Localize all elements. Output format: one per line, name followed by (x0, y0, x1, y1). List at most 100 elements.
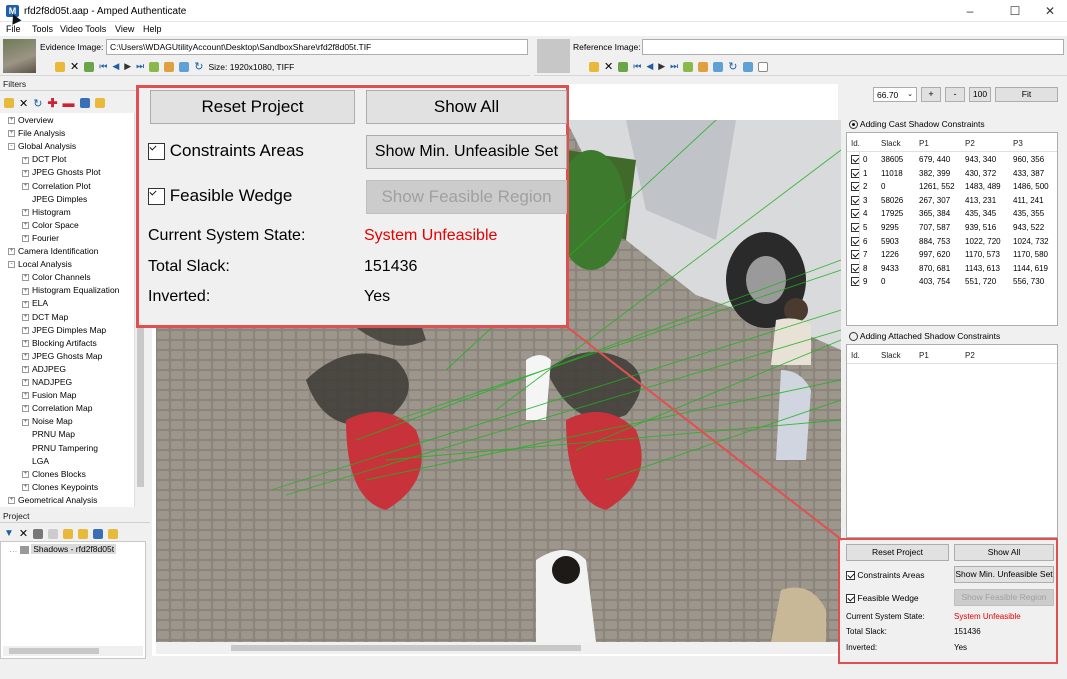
expand-icon[interactable]: + (22, 235, 29, 243)
filter-item[interactable]: + DCT Map (22, 312, 68, 322)
table-header[interactable]: Slack (881, 139, 901, 148)
constraints-areas-checkbox[interactable]: Constraints Areas (148, 141, 304, 161)
zoom-fit-button[interactable]: Fit (995, 87, 1058, 102)
expand-icon[interactable]: + (22, 313, 29, 321)
collapse-all-icon[interactable]: ▬ (63, 96, 75, 110)
filter-item[interactable]: - Local Analysis (8, 259, 72, 269)
collapse-icon[interactable]: - (8, 261, 15, 269)
expand-icon[interactable]: + (22, 353, 29, 361)
refresh-icon[interactable]: ↻ (194, 60, 203, 73)
load-filter-icon[interactable] (94, 98, 105, 108)
table-row[interactable]: 1 11018 382, 399 430, 372 433, 387 (847, 167, 1057, 180)
image-export-icon[interactable] (149, 61, 160, 72)
ref-close-image-icon[interactable]: ✕ (604, 60, 613, 73)
filter-item[interactable]: + Geometrical Analysis (8, 495, 97, 505)
close-image-icon[interactable]: ✕ (70, 60, 79, 73)
capture-icon[interactable] (48, 528, 59, 539)
expand-icon[interactable]: + (22, 326, 29, 334)
expand-icon[interactable]: + (22, 470, 29, 478)
table-row[interactable]: 6 5903 884, 753 1022, 720 1024, 732 (847, 235, 1057, 248)
delete-project-icon[interactable] (33, 528, 44, 539)
expand-icon[interactable]: + (22, 169, 29, 177)
table-header[interactable]: Slack (881, 351, 901, 360)
ref-snapshot-icon[interactable] (713, 61, 724, 72)
menu-view[interactable]: View (115, 24, 134, 34)
ref-play-icon[interactable]: ▶ (658, 61, 665, 72)
expand-icon[interactable]: + (8, 117, 15, 125)
filter-item[interactable]: + Histogram (22, 207, 71, 217)
feasible-wedge-checkbox-small[interactable]: Feasible Wedge (846, 593, 919, 604)
show-all-button-small[interactable]: Show All (954, 544, 1054, 561)
ref-image-export-icon[interactable] (683, 61, 694, 72)
zoom-in-button[interactable]: + (921, 87, 941, 102)
table-row[interactable]: 8 9433 870, 681 1143, 613 1144, 619 (847, 262, 1057, 275)
last-frame-icon[interactable]: ⏭ (136, 61, 144, 72)
constraints-areas-checkbox-small[interactable]: Constraints Areas (846, 570, 924, 581)
close-icon[interactable]: ✕ (1040, 4, 1060, 18)
filter-item[interactable]: + Correlation Plot (22, 181, 91, 191)
zoom-out-button[interactable]: - (945, 87, 965, 102)
ref-sync-icon[interactable] (742, 61, 753, 72)
filter-item[interactable]: + JPEG Ghosts Plot (22, 167, 101, 177)
menu-video-tools[interactable]: Video Tools (60, 24, 106, 34)
expand-icon[interactable]: + (8, 497, 15, 505)
show-feasible-region-button[interactable]: Show Feasible Region (366, 180, 567, 214)
open-folder-icon[interactable] (55, 61, 65, 72)
expand-icon[interactable]: + (22, 287, 29, 295)
filter-item[interactable]: + Fourier (22, 233, 59, 243)
new-filter-icon[interactable] (4, 98, 14, 108)
table-header[interactable]: P2 (965, 351, 975, 360)
filter-item[interactable]: + Histogram Equalization (22, 285, 119, 295)
table-row[interactable]: 5 9295 707, 587 939, 516 943, 522 (847, 221, 1057, 234)
ref-check-icon[interactable] (757, 61, 768, 72)
minimize-icon[interactable]: – (960, 4, 980, 18)
snapshot-icon[interactable] (179, 61, 190, 72)
zoom-100-button[interactable]: 100 (969, 87, 991, 102)
menu-tools[interactable]: Tools (32, 24, 53, 34)
expand-all-icon[interactable]: ✚ (47, 96, 57, 110)
new-project-icon[interactable] (63, 528, 74, 539)
menu-file[interactable]: File (6, 24, 21, 34)
expand-icon[interactable]: + (22, 379, 29, 387)
filter-item[interactable]: + Correlation Map (22, 403, 92, 413)
remove-project-icon[interactable]: ✕ (19, 527, 28, 540)
filter-item[interactable]: + Noise Map (22, 416, 73, 426)
table-header[interactable]: P3 (1013, 139, 1023, 148)
table-header[interactable]: Id. (851, 139, 860, 148)
expand-icon[interactable]: + (22, 405, 29, 413)
reset-project-button[interactable]: Reset Project (150, 90, 355, 124)
expand-icon[interactable]: + (22, 156, 29, 164)
menu-help[interactable]: Help (143, 24, 162, 34)
table-header[interactable]: P2 (965, 139, 975, 148)
expand-icon[interactable]: + (22, 366, 29, 374)
save-filter-icon[interactable] (79, 98, 90, 108)
ref-folder-image-icon[interactable] (698, 61, 709, 72)
feasible-wedge-checkbox[interactable]: Feasible Wedge (148, 186, 292, 206)
table-header[interactable]: P1 (919, 139, 929, 148)
filter-item[interactable]: + Clones Keypoints (22, 482, 98, 492)
expand-icon[interactable]: + (22, 418, 29, 426)
filter-item[interactable]: LGA (22, 456, 49, 466)
show-feasible-region-button-small[interactable]: Show Feasible Region (954, 589, 1054, 606)
prev-frame-icon[interactable]: ◀ (112, 61, 119, 72)
attached-shadow-radio[interactable]: Adding Attached Shadow Constraints (849, 331, 1000, 342)
viewer-scrollbar[interactable] (156, 642, 841, 654)
camera-icon[interactable] (84, 61, 95, 72)
reset-project-button-small[interactable]: Reset Project (846, 544, 949, 561)
filter-item[interactable]: + Clones Blocks (22, 469, 86, 479)
table-row[interactable]: 9 0 403, 754 551, 720 556, 730 (847, 275, 1057, 288)
table-header[interactable]: P1 (919, 351, 929, 360)
table-row[interactable]: 3 58026 267, 307 413, 231 411, 241 (847, 194, 1057, 207)
expand-icon[interactable]: + (22, 208, 29, 216)
filter-item[interactable]: + Fusion Map (22, 390, 76, 400)
table-header[interactable]: Id. (851, 351, 860, 360)
expand-icon[interactable]: + (22, 182, 29, 190)
expand-icon[interactable]: + (22, 392, 29, 400)
table-row[interactable]: 4 17925 365, 384 435, 345 435, 355 (847, 207, 1057, 220)
ref-refresh-icon[interactable]: ↻ (728, 60, 737, 73)
export-project-icon[interactable] (108, 528, 119, 539)
project-scrollbar[interactable] (3, 646, 143, 656)
filter-item[interactable]: + JPEG Ghosts Map (22, 351, 102, 361)
filter-project-icon[interactable]: ▼ (4, 528, 14, 539)
show-min-unfeasible-button[interactable]: Show Min. Unfeasible Set (366, 135, 567, 169)
